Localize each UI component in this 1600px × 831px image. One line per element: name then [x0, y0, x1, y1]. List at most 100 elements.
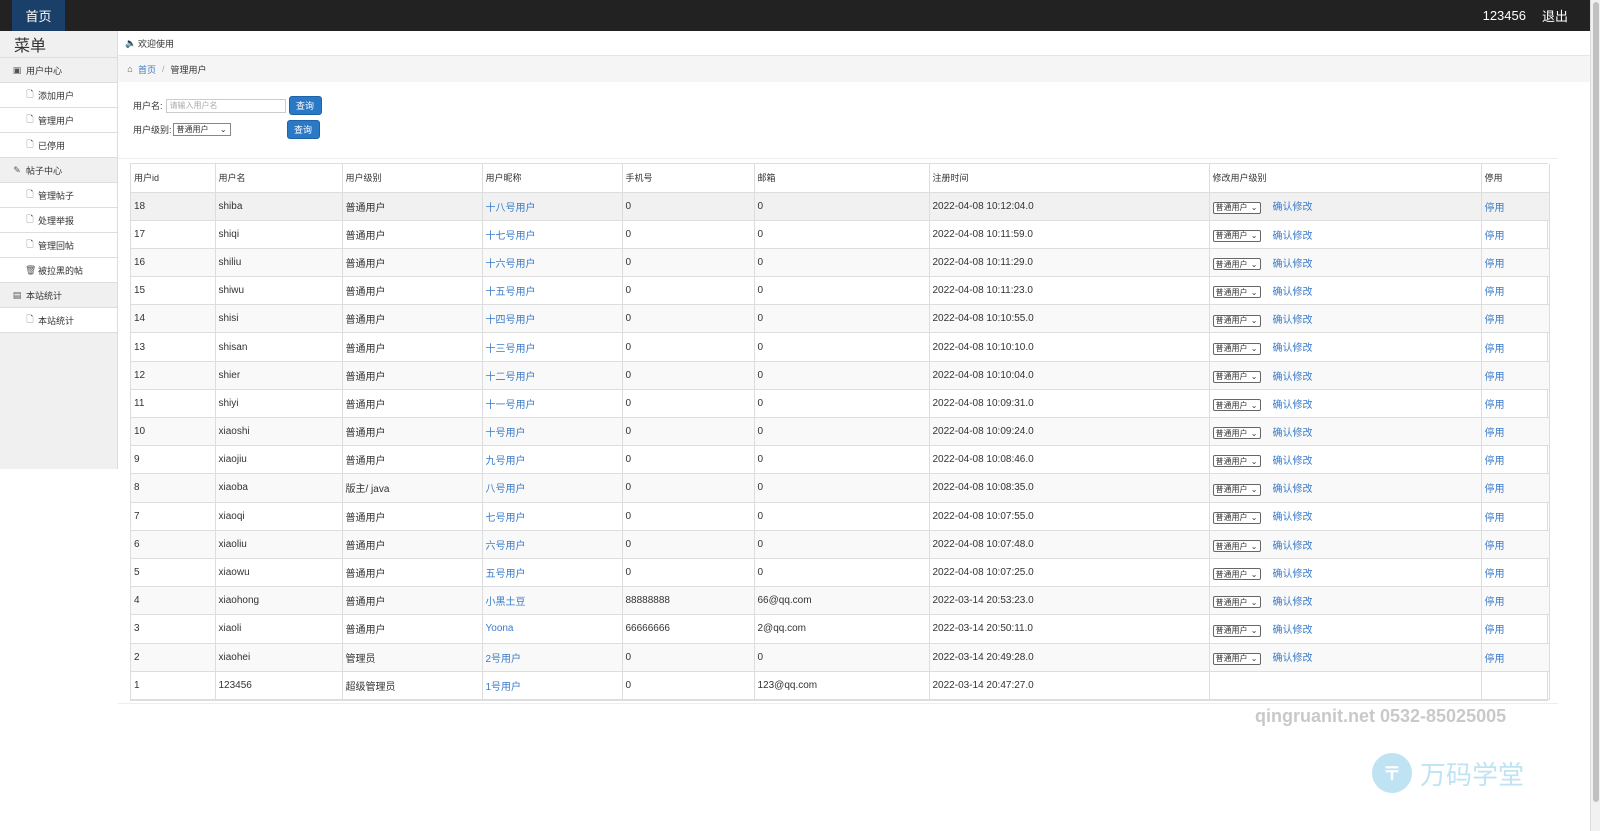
level-select[interactable]: 普通用户 ⌄: [1212, 370, 1261, 383]
nickname-link[interactable]: 十七号用户: [486, 231, 536, 242]
disable-user-link[interactable]: 停用: [1485, 259, 1505, 270]
level-select[interactable]: 普通用户 ⌄: [1212, 399, 1261, 412]
nickname-link[interactable]: 六号用户: [486, 541, 526, 552]
nickname-link[interactable]: Yoona: [486, 623, 514, 634]
confirm-modify-link[interactable]: 确认修改: [1273, 541, 1313, 552]
confirm-modify-link[interactable]: 确认修改: [1273, 315, 1313, 326]
table-cell: 5: [131, 558, 216, 588]
disable-user-link[interactable]: 停用: [1485, 428, 1505, 439]
disable-user-link[interactable]: 停用: [1485, 315, 1505, 326]
nickname-link[interactable]: 十五号用户: [486, 287, 536, 298]
nickname-link[interactable]: 九号用户: [486, 456, 526, 467]
disable-user-link[interactable]: 停用: [1485, 513, 1505, 524]
menu-item[interactable]: 🗋 管理帖子: [0, 183, 117, 208]
level-select-value: 普通用户: [1215, 654, 1248, 664]
scrollbar-thumb[interactable]: [1593, 2, 1599, 802]
level-query-button[interactable]: 查询: [286, 120, 320, 139]
current-username[interactable]: 123456: [1483, 8, 1526, 23]
confirm-modify-link[interactable]: 确认修改: [1273, 653, 1313, 664]
disable-user-link[interactable]: 停用: [1485, 203, 1505, 214]
breadcrumb-home[interactable]: 首页: [138, 63, 156, 76]
menu-item[interactable]: 🗋 处理举报: [0, 208, 117, 233]
nickname-link[interactable]: 十四号用户: [486, 315, 536, 326]
level-select[interactable]: 普通用户 ⌄: [1212, 342, 1261, 355]
table-cell: 0: [754, 558, 930, 588]
disable-user-link[interactable]: 停用: [1485, 400, 1505, 411]
level-select[interactable]: 普通用户 ⌄: [1212, 568, 1261, 581]
confirm-modify-link[interactable]: 确认修改: [1273, 231, 1313, 242]
confirm-modify-link[interactable]: 确认修改: [1273, 287, 1313, 298]
level-select[interactable]: 普通用户 ⌄: [1212, 258, 1261, 271]
nickname-link[interactable]: 十三号用户: [486, 344, 536, 355]
username-query-button[interactable]: 查询: [288, 96, 322, 115]
table-cell: 普通用户: [342, 304, 483, 334]
nickname-link[interactable]: 十二号用户: [486, 372, 536, 383]
confirm-modify-link[interactable]: 确认修改: [1273, 343, 1313, 354]
nickname-link[interactable]: 五号用户: [486, 569, 526, 580]
nickname-link[interactable]: 十六号用户: [486, 259, 536, 270]
disable-user-link[interactable]: 停用: [1485, 484, 1505, 495]
disable-user-link[interactable]: 停用: [1485, 372, 1505, 383]
disable-user-link[interactable]: 停用: [1485, 569, 1505, 580]
table-cell: 普通用户: [342, 220, 483, 249]
logout-link[interactable]: 退出: [1542, 6, 1568, 25]
nickname-link[interactable]: 小黑土豆: [486, 597, 526, 608]
nickname-link[interactable]: 十八号用户: [486, 203, 536, 214]
confirm-modify-link[interactable]: 确认修改: [1273, 202, 1313, 213]
disable-user-link[interactable]: 停用: [1485, 625, 1505, 636]
table-row: 11 shiyi 普通用户 十一号用户 0 0 2022-04-08 10:09:31.0 普…: [131, 389, 1550, 419]
disable-user-link[interactable]: 停用: [1485, 287, 1505, 298]
disable-user-link[interactable]: 停用: [1485, 231, 1505, 242]
confirm-modify-link[interactable]: 确认修改: [1273, 259, 1313, 270]
menu-group[interactable]: ▣ 用户中心: [0, 58, 117, 83]
disable-user-link[interactable]: 停用: [1485, 654, 1505, 665]
chevron-down-icon: ⌄: [1250, 287, 1258, 297]
table-cell: 0: [622, 361, 755, 390]
disable-user-link[interactable]: 停用: [1485, 344, 1505, 355]
level-select[interactable]: 普通用户 ⌄: [1212, 314, 1261, 327]
level-select[interactable]: 普通用户 ⌄: [1212, 455, 1261, 468]
menu-item[interactable]: 🗋 添加用户: [0, 83, 117, 108]
level-select[interactable]: 普通用户 ⌄: [1212, 652, 1261, 665]
level-select[interactable]: 普通用户 ⌄: [1212, 596, 1261, 609]
level-select[interactable]: 普通用户 ⌄: [1212, 427, 1261, 440]
confirm-modify-link[interactable]: 确认修改: [1273, 372, 1313, 383]
vertical-scrollbar[interactable]: [1590, 0, 1600, 831]
confirm-modify-link[interactable]: 确认修改: [1273, 400, 1313, 411]
level-select[interactable]: 普通用户 ⌄: [1212, 511, 1261, 524]
confirm-modify-link[interactable]: 确认修改: [1273, 428, 1313, 439]
confirm-modify-link[interactable]: 确认修改: [1273, 597, 1313, 608]
menu-item[interactable]: 🗋 已停用: [0, 133, 117, 158]
nickname-link[interactable]: 2号用户: [486, 654, 522, 665]
confirm-modify-link[interactable]: 确认修改: [1273, 569, 1313, 580]
disable-user-link[interactable]: 停用: [1485, 541, 1505, 552]
level-select[interactable]: 普通用户 ⌄: [172, 123, 231, 136]
confirm-modify-link[interactable]: 确认修改: [1273, 484, 1313, 495]
nickname-link[interactable]: 1号用户: [486, 682, 522, 693]
level-select[interactable]: 普通用户 ⌄: [1212, 624, 1261, 637]
nickname-link[interactable]: 八号用户: [486, 484, 526, 495]
confirm-modify-link[interactable]: 确认修改: [1273, 456, 1313, 467]
menu-item[interactable]: 🗋 本站统计: [0, 308, 117, 333]
confirm-modify-link[interactable]: 确认修改: [1273, 625, 1313, 636]
menu-item[interactable]: 🗋 管理回帖: [0, 233, 117, 258]
level-select[interactable]: 普通用户 ⌄: [1212, 229, 1261, 242]
menu-item[interactable]: 🗑 被拉黑的帖: [0, 258, 117, 283]
menu-item[interactable]: 🗋 管理用户: [0, 108, 117, 133]
disable-user-link[interactable]: 停用: [1485, 456, 1505, 467]
level-select[interactable]: 普通用户 ⌄: [1212, 483, 1261, 496]
level-select[interactable]: 普通用户 ⌄: [1212, 201, 1261, 214]
disable-user-link[interactable]: 停用: [1485, 597, 1505, 608]
username-search-input[interactable]: [165, 98, 286, 113]
confirm-modify-link[interactable]: 确认修改: [1273, 512, 1313, 523]
menu-group[interactable]: ▤ 本站统计: [0, 283, 117, 308]
stats-icon: ▤: [12, 289, 22, 300]
nickname-link[interactable]: 七号用户: [486, 513, 526, 524]
level-select[interactable]: 普通用户 ⌄: [1212, 540, 1261, 553]
menu-group[interactable]: ✎ 帖子中心: [0, 158, 117, 183]
level-select[interactable]: 普通用户 ⌄: [1212, 286, 1261, 299]
nickname-link[interactable]: 十号用户: [486, 428, 526, 439]
home-tab[interactable]: 首页: [12, 0, 65, 31]
column-header: 用户名: [215, 164, 343, 193]
nickname-link[interactable]: 十一号用户: [486, 400, 536, 411]
